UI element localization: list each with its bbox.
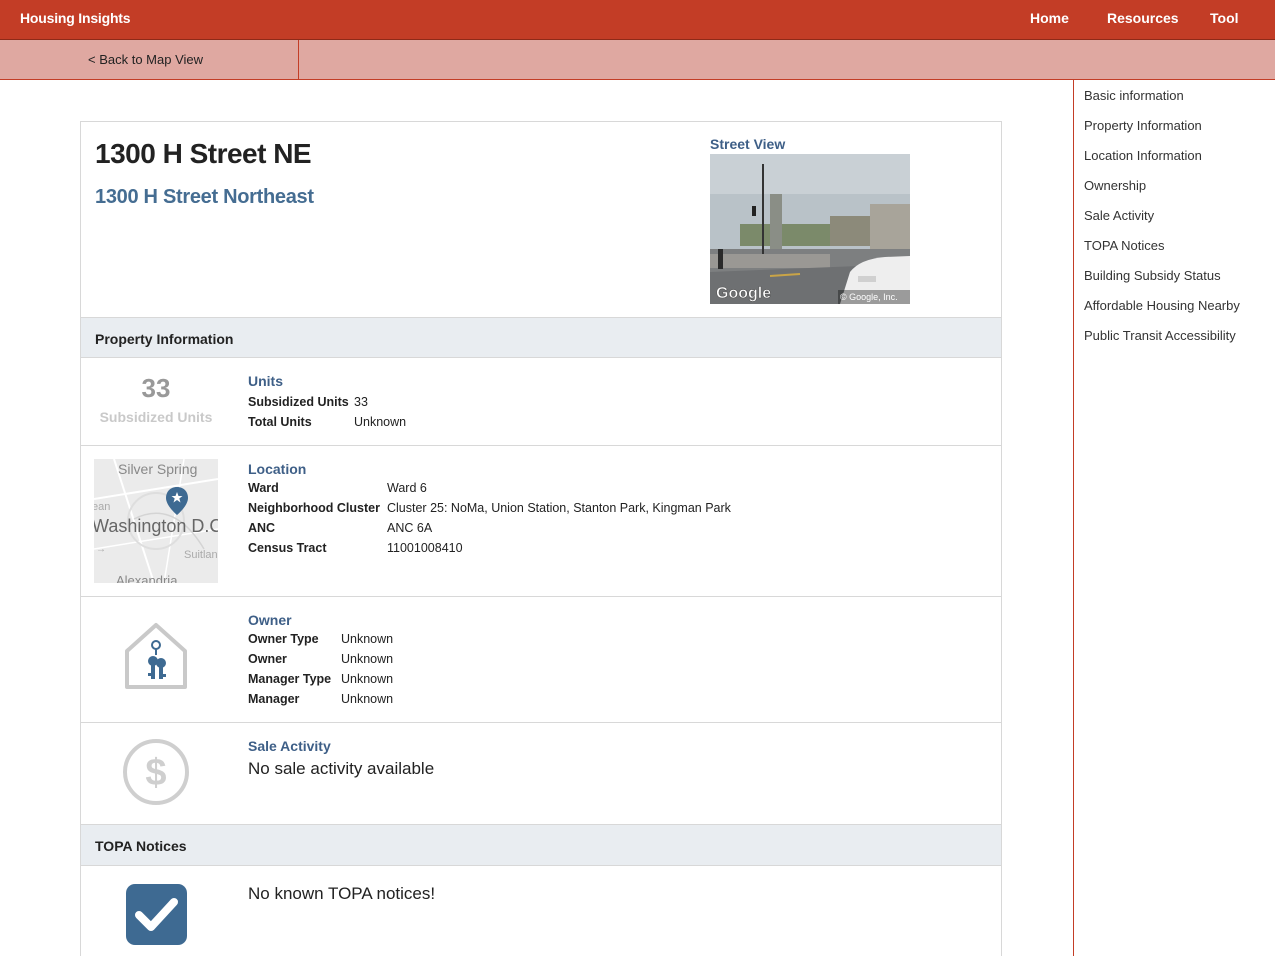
kv-key: Total Units [248,415,312,429]
back-cell: < Back to Map View [0,40,299,80]
owner-row: Owner Owner Type Unknown Owner Unknown M… [81,597,1001,723]
sidebar-item-building-subsidy-status[interactable]: Building Subsidy Status [1084,268,1221,283]
page-title: 1300 H Street NE [95,138,312,169]
sidebar-item-property-information[interactable]: Property Information [1084,118,1202,133]
house-keys-icon [123,621,189,696]
sidebar-item-ownership[interactable]: Ownership [1084,178,1146,193]
sidebar-item-sale-activity[interactable]: Sale Activity [1084,208,1154,223]
kv-key: Manager Type [248,672,332,686]
property-address: 1300 H Street Northeast [95,186,314,208]
google-watermark: Google [716,285,771,302]
sale-activity-message: No sale activity available [248,759,435,778]
google-credit: © Google, Inc. [840,292,898,302]
location-row: Silver Spring ean Washington D.C Suitlan… [81,446,1001,597]
kv-key: Owner Type [248,632,319,646]
topa-row: No known TOPA notices! [81,866,1001,956]
svg-text:$: $ [145,752,166,794]
kv-value: Unknown [354,415,407,429]
topa-message: No known TOPA notices! [248,884,436,903]
sidebar-item-location-information[interactable]: Location Information [1084,148,1202,163]
checkbox-checked-icon [126,884,187,950]
brand-link[interactable]: Housing Insights [20,10,131,26]
subsidized-units-caption: Subsidized Units [99,409,213,425]
kv-value: Ward 6 [387,481,427,495]
subsidized-units-count: 33 [141,373,171,403]
kv-value: 11001008410 [387,541,463,555]
sub-navbar: < Back to Map View [0,40,1275,80]
units-title: Units [248,373,283,389]
location-minimap[interactable]: Silver Spring ean Washington D.C Suitlan… [94,459,218,583]
kv-key: Subsidized Units [248,395,349,409]
sidebar-item-affordable-housing-nearby[interactable]: Affordable Housing Nearby [1084,298,1240,313]
sidebar-item-topa-notices[interactable]: TOPA Notices [1084,238,1164,253]
property-information-heading: Property Information [81,317,1001,358]
back-to-map-link[interactable]: < Back to Map View [88,52,203,67]
kv-value: Cluster 25: NoMa, Union Station, Stanton… [387,501,731,515]
nav-home[interactable]: Home [1030,10,1069,26]
street-scene-image: Google © Google, Inc. [710,154,910,304]
section-sidebar: Basic information Property Information L… [1073,80,1275,956]
kv-key: Owner [248,652,287,666]
map-label: Suitlan [184,549,218,561]
kv-value: ANC 6A [387,521,433,535]
sale-activity-row: $ Sale Activity No sale activity availab… [81,723,1001,825]
kv-key: Manager [248,692,300,706]
kv-value: Unknown [341,632,394,646]
kv-key: Ward [248,481,279,495]
kv-value: Unknown [341,672,394,686]
street-view-label: Street View [710,136,786,152]
units-row: 33 Subsidized Units Units Subsidized Uni… [81,358,1001,446]
section-heading-label: TOPA Notices [95,838,187,854]
map-label: Alexandria [116,573,178,583]
location-title: Location [248,461,307,477]
owner-title: Owner [248,612,292,628]
kv-value: Unknown [341,652,394,666]
map-label: Washington D.C [94,516,218,536]
sidebar-item-basic-information[interactable]: Basic information [1084,88,1184,103]
topa-notices-heading: TOPA Notices [81,825,1001,866]
svg-text:→: → [96,544,106,555]
sidebar-item-public-transit-accessibility[interactable]: Public Transit Accessibility [1084,328,1236,343]
sale-activity-title: Sale Activity [248,738,331,754]
kv-key: Census Tract [248,541,327,555]
minimap-graphic: Silver Spring ean Washington D.C Suitlan… [94,459,218,583]
kv-value: Unknown [341,692,394,706]
map-label: Silver Spring [118,461,197,477]
section-heading-label: Property Information [95,331,234,347]
kv-key: ANC [248,521,276,535]
map-label: ean [94,501,110,513]
nav-resources[interactable]: Resources [1107,10,1179,26]
property-card: 1300 H Street NE 1300 H Street Northeast… [80,121,1002,956]
top-navbar: Housing Insights Home Resources Tool [0,0,1275,40]
kv-key: Neighborhood Cluster [248,501,380,515]
dollar-circle-icon: $ [121,737,191,812]
street-view-image[interactable]: Google © Google, Inc. [710,154,910,304]
kv-value: 33 [354,395,368,409]
nav-tool[interactable]: Tool [1210,10,1239,26]
